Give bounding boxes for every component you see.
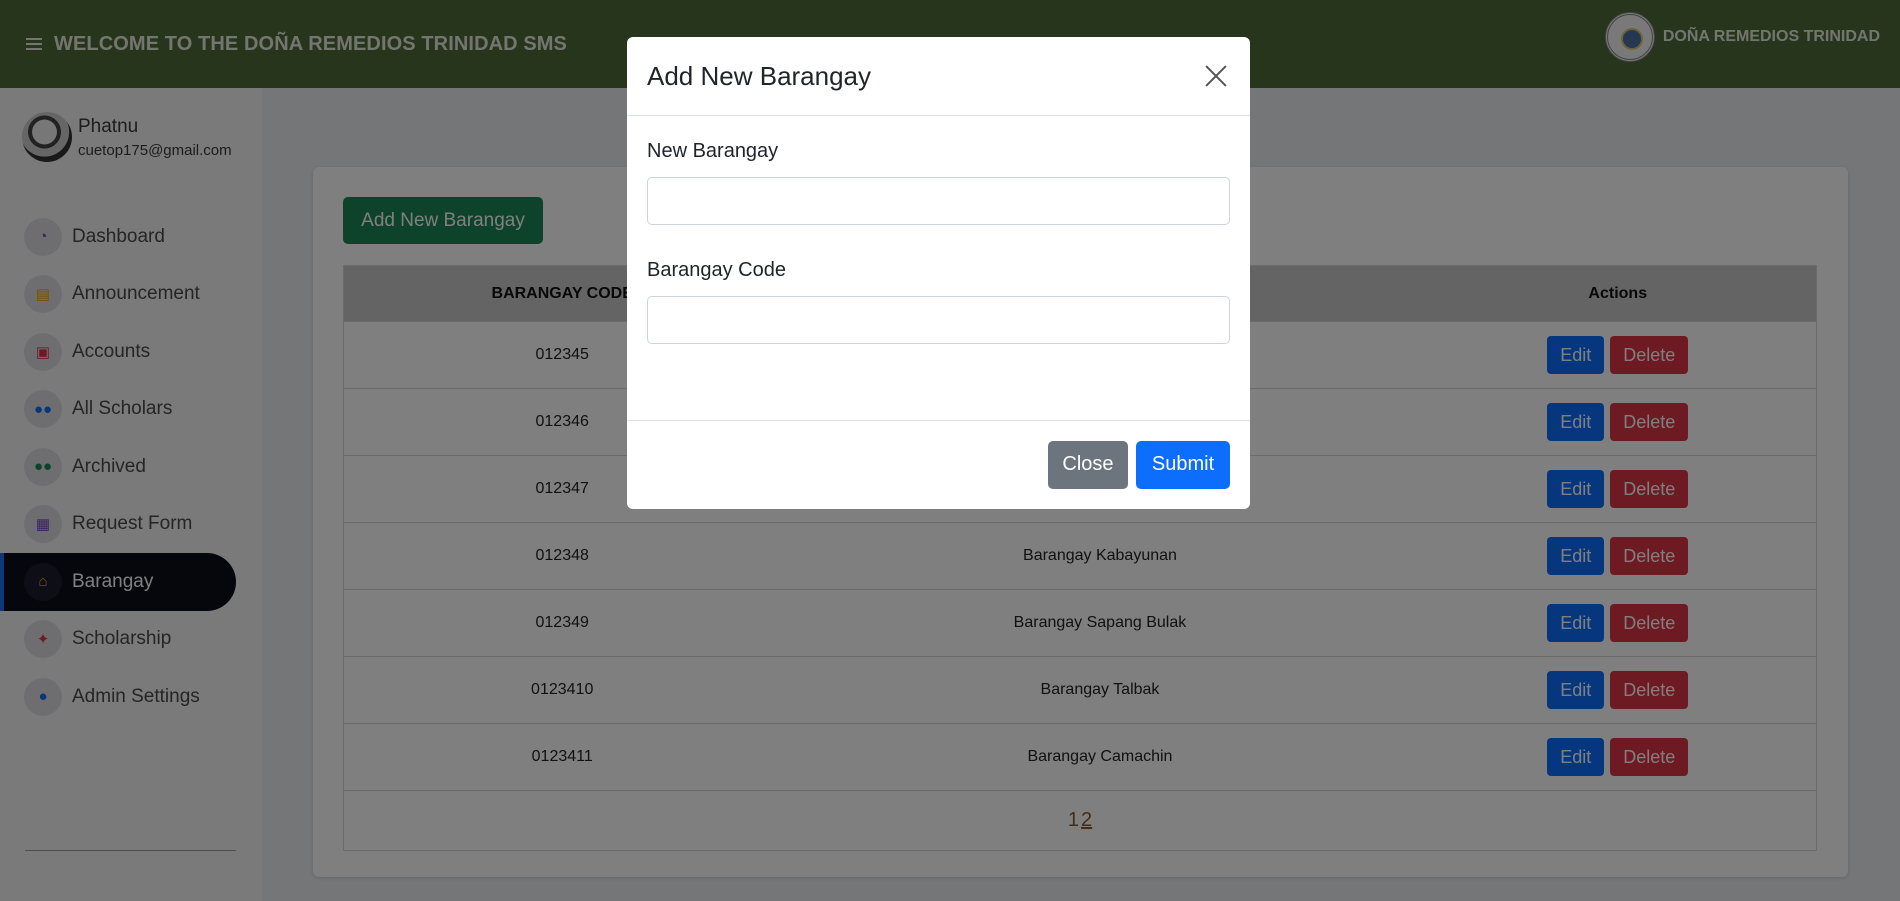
modal-header: Add New Barangay [627, 37, 1250, 116]
modal-title: Add New Barangay [647, 60, 872, 91]
submit-button[interactable]: Submit [1136, 440, 1230, 489]
new-barangay-input[interactable] [647, 177, 1230, 225]
close-button[interactable]: Close [1048, 440, 1128, 489]
add-barangay-modal: Add New Barangay New Barangay Barangay C… [627, 37, 1250, 509]
barangay-code-label: Barangay Code [647, 259, 786, 281]
modal-footer: Close Submit [627, 421, 1250, 508]
barangay-code-input[interactable] [647, 296, 1230, 344]
new-barangay-label: New Barangay [647, 140, 779, 162]
modal-body: New Barangay Barangay Code [627, 116, 1250, 421]
close-icon[interactable] [1202, 62, 1230, 90]
